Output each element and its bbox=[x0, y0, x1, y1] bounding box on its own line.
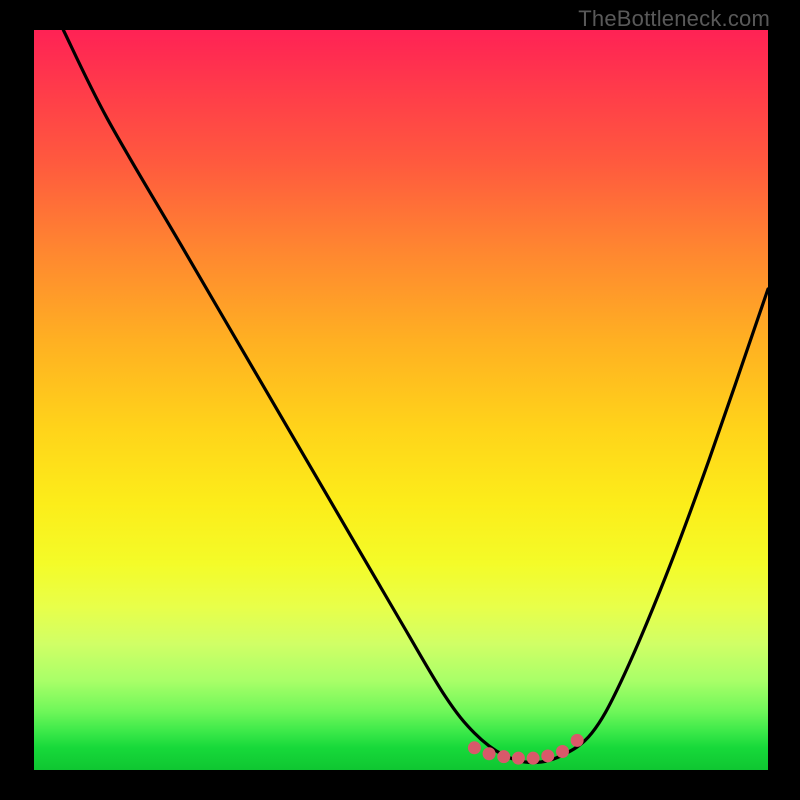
optimal-marker bbox=[512, 752, 525, 765]
chart-frame: TheBottleneck.com bbox=[0, 0, 800, 800]
optimal-marker bbox=[468, 741, 481, 754]
optimal-marker bbox=[556, 745, 569, 758]
optimal-marker bbox=[571, 734, 584, 747]
optimal-marker bbox=[541, 749, 554, 762]
plot-area bbox=[34, 30, 768, 770]
optimal-marker bbox=[497, 750, 510, 763]
optimal-marker bbox=[483, 747, 496, 760]
attribution-label: TheBottleneck.com bbox=[578, 6, 770, 32]
plot-svg bbox=[34, 30, 768, 770]
optimal-range-markers bbox=[468, 734, 584, 765]
optimal-marker bbox=[527, 752, 540, 765]
bottleneck-curve bbox=[63, 30, 768, 763]
